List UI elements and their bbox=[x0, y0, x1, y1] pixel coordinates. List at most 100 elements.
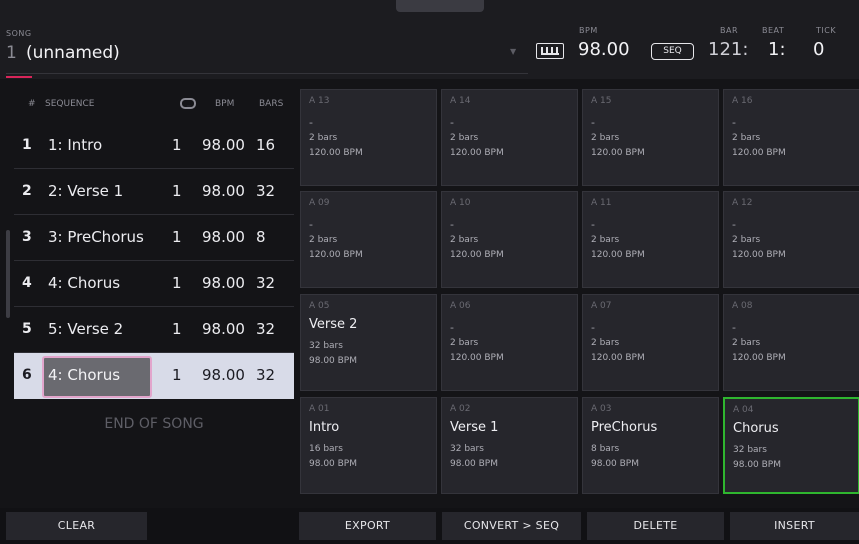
sequence-pad[interactable]: A 01 Intro 16 bars 98.00 BPM bbox=[300, 397, 437, 494]
row-sequence-name[interactable]: 3: PreChorus bbox=[48, 228, 144, 246]
delete-button[interactable]: DELETE bbox=[587, 512, 724, 540]
row-bars: 8 bbox=[256, 228, 266, 246]
header-bars: BARS bbox=[259, 99, 284, 109]
sequence-pad[interactable]: A 10 - 2 bars 120.00 BPM bbox=[441, 191, 578, 288]
top-handle[interactable] bbox=[396, 0, 484, 12]
pad-id: A 15 bbox=[591, 96, 612, 106]
convert-to-seq-button[interactable]: CONVERT > SEQ bbox=[442, 512, 581, 540]
keyboard-icon[interactable] bbox=[536, 43, 564, 59]
list-row[interactable]: 1 1: Intro 1 98.00 16 bbox=[14, 123, 294, 169]
clear-button[interactable]: CLEAR bbox=[6, 512, 147, 540]
sequence-pad[interactable]: A 15 - 2 bars 120.00 BPM bbox=[582, 89, 719, 186]
loop-icon bbox=[180, 98, 196, 109]
list-row-selected[interactable]: 6 4: Chorus 1 98.00 32 bbox=[14, 353, 294, 399]
song-name-field[interactable]: (unnamed) bbox=[26, 43, 120, 63]
song-dropdown-icon[interactable]: ▼ bbox=[510, 47, 516, 56]
pad-id: A 11 bbox=[591, 198, 612, 208]
list-scrollbar[interactable] bbox=[6, 230, 10, 318]
row-number: 4 bbox=[22, 275, 32, 291]
list-row[interactable]: 4 4: Chorus 1 98.00 32 bbox=[14, 261, 294, 307]
pad-bars: 8 bars bbox=[591, 444, 620, 454]
beat-value[interactable]: 1: bbox=[768, 39, 786, 60]
row-bpm[interactable]: 98.00 bbox=[202, 366, 245, 384]
header-num: # bbox=[28, 99, 36, 109]
pad-bpm: 120.00 BPM bbox=[309, 250, 363, 260]
insert-button[interactable]: INSERT bbox=[730, 512, 859, 540]
row-loop-count[interactable]: 1 bbox=[172, 320, 182, 338]
list-row[interactable]: 3 3: PreChorus 1 98.00 8 bbox=[14, 215, 294, 261]
pad-sequence-name: - bbox=[732, 321, 736, 334]
row-sequence-name[interactable]: 2: Verse 1 bbox=[48, 182, 123, 200]
row-bars: 32 bbox=[256, 274, 276, 292]
pad-sequence-name: - bbox=[450, 116, 454, 129]
row-loop-count[interactable]: 1 bbox=[172, 274, 182, 292]
sequence-pad[interactable]: A 03 PreChorus 8 bars 98.00 BPM bbox=[582, 397, 719, 494]
sequence-pad-active[interactable]: A 04 Chorus 32 bars 98.00 BPM bbox=[723, 397, 859, 494]
end-of-song-label: END OF SONG bbox=[104, 416, 204, 432]
seq-badge[interactable]: SEQ bbox=[651, 43, 694, 60]
pad-sequence-name: Verse 2 bbox=[309, 317, 358, 332]
row-loop-count[interactable]: 1 bbox=[172, 228, 182, 246]
pad-bars: 2 bars bbox=[309, 235, 338, 245]
pad-bpm: 98.00 BPM bbox=[450, 459, 498, 469]
export-button[interactable]: EXPORT bbox=[299, 512, 436, 540]
row-number: 1 bbox=[22, 137, 32, 153]
pad-id: A 09 bbox=[309, 198, 330, 208]
row-sequence-name[interactable]: 4: Chorus bbox=[48, 366, 120, 384]
pad-sequence-name: PreChorus bbox=[591, 420, 658, 435]
row-loop-count[interactable]: 1 bbox=[172, 366, 182, 384]
list-header: # SEQUENCE BPM BARS bbox=[14, 90, 294, 120]
pad-bpm: 120.00 BPM bbox=[591, 250, 645, 260]
pad-bpm: 120.00 BPM bbox=[732, 250, 786, 260]
pad-sequence-name: - bbox=[450, 321, 454, 334]
row-sequence-name[interactable]: 4: Chorus bbox=[48, 274, 120, 292]
sequence-pad[interactable]: A 14 - 2 bars 120.00 BPM bbox=[441, 89, 578, 186]
list-row[interactable]: 5 5: Verse 2 1 98.00 32 bbox=[14, 307, 294, 353]
song-number: 1 bbox=[6, 43, 17, 63]
pad-bars: 2 bars bbox=[732, 133, 761, 143]
sequence-pad[interactable]: A 08 - 2 bars 120.00 BPM bbox=[723, 294, 859, 391]
tick-caption: TICK bbox=[816, 26, 837, 35]
pad-bars: 2 bars bbox=[591, 338, 620, 348]
sequence-pad[interactable]: A 09 - 2 bars 120.00 BPM bbox=[300, 191, 437, 288]
tick-value[interactable]: 0 bbox=[813, 39, 824, 60]
sequence-pad[interactable]: A 02 Verse 1 32 bars 98.00 BPM bbox=[441, 397, 578, 494]
row-sequence-name[interactable]: 5: Verse 2 bbox=[48, 320, 123, 338]
pad-bpm: 120.00 BPM bbox=[591, 353, 645, 363]
pad-bpm: 120.00 BPM bbox=[450, 250, 504, 260]
row-loop-count[interactable]: 1 bbox=[172, 136, 182, 154]
sequence-pad[interactable]: A 11 - 2 bars 120.00 BPM bbox=[582, 191, 719, 288]
sequence-pad[interactable]: A 07 - 2 bars 120.00 BPM bbox=[582, 294, 719, 391]
pad-id: A 05 bbox=[309, 301, 330, 311]
pad-bpm: 98.00 BPM bbox=[733, 460, 781, 470]
bar-value[interactable]: 121: bbox=[708, 39, 748, 60]
row-loop-count[interactable]: 1 bbox=[172, 182, 182, 200]
pad-id: A 06 bbox=[450, 301, 471, 311]
row-bars: 32 bbox=[256, 182, 276, 200]
sequence-pad[interactable]: A 05 Verse 2 32 bars 98.00 BPM bbox=[300, 294, 437, 391]
song-caption: SONG bbox=[6, 29, 32, 38]
pad-bars: 2 bars bbox=[591, 133, 620, 143]
row-number: 2 bbox=[22, 183, 32, 199]
row-bpm[interactable]: 98.00 bbox=[202, 274, 245, 292]
row-bpm[interactable]: 98.00 bbox=[202, 320, 245, 338]
sequence-pad[interactable]: A 06 - 2 bars 120.00 BPM bbox=[441, 294, 578, 391]
row-bars: 32 bbox=[256, 320, 276, 338]
row-bpm[interactable]: 98.00 bbox=[202, 182, 245, 200]
row-bpm[interactable]: 98.00 bbox=[202, 136, 245, 154]
pad-bpm: 120.00 BPM bbox=[732, 353, 786, 363]
header-bpm: BPM bbox=[215, 99, 235, 109]
pad-sequence-name: - bbox=[591, 116, 595, 129]
sequence-pad[interactable]: A 16 - 2 bars 120.00 BPM bbox=[723, 89, 859, 186]
sequence-pad[interactable]: A 12 - 2 bars 120.00 BPM bbox=[723, 191, 859, 288]
sequence-pad[interactable]: A 13 - 2 bars 120.00 BPM bbox=[300, 89, 437, 186]
list-row[interactable]: 2 2: Verse 1 1 98.00 32 bbox=[14, 169, 294, 215]
bar-caption: BAR bbox=[720, 26, 739, 35]
row-sequence-name[interactable]: 1: Intro bbox=[48, 136, 102, 154]
row-bpm[interactable]: 98.00 bbox=[202, 228, 245, 246]
pad-sequence-name: - bbox=[591, 218, 595, 231]
bpm-value[interactable]: 98.00 bbox=[578, 39, 630, 60]
row-number: 5 bbox=[22, 321, 32, 337]
row-number: 6 bbox=[22, 367, 32, 383]
header-sequence: SEQUENCE bbox=[45, 99, 95, 109]
